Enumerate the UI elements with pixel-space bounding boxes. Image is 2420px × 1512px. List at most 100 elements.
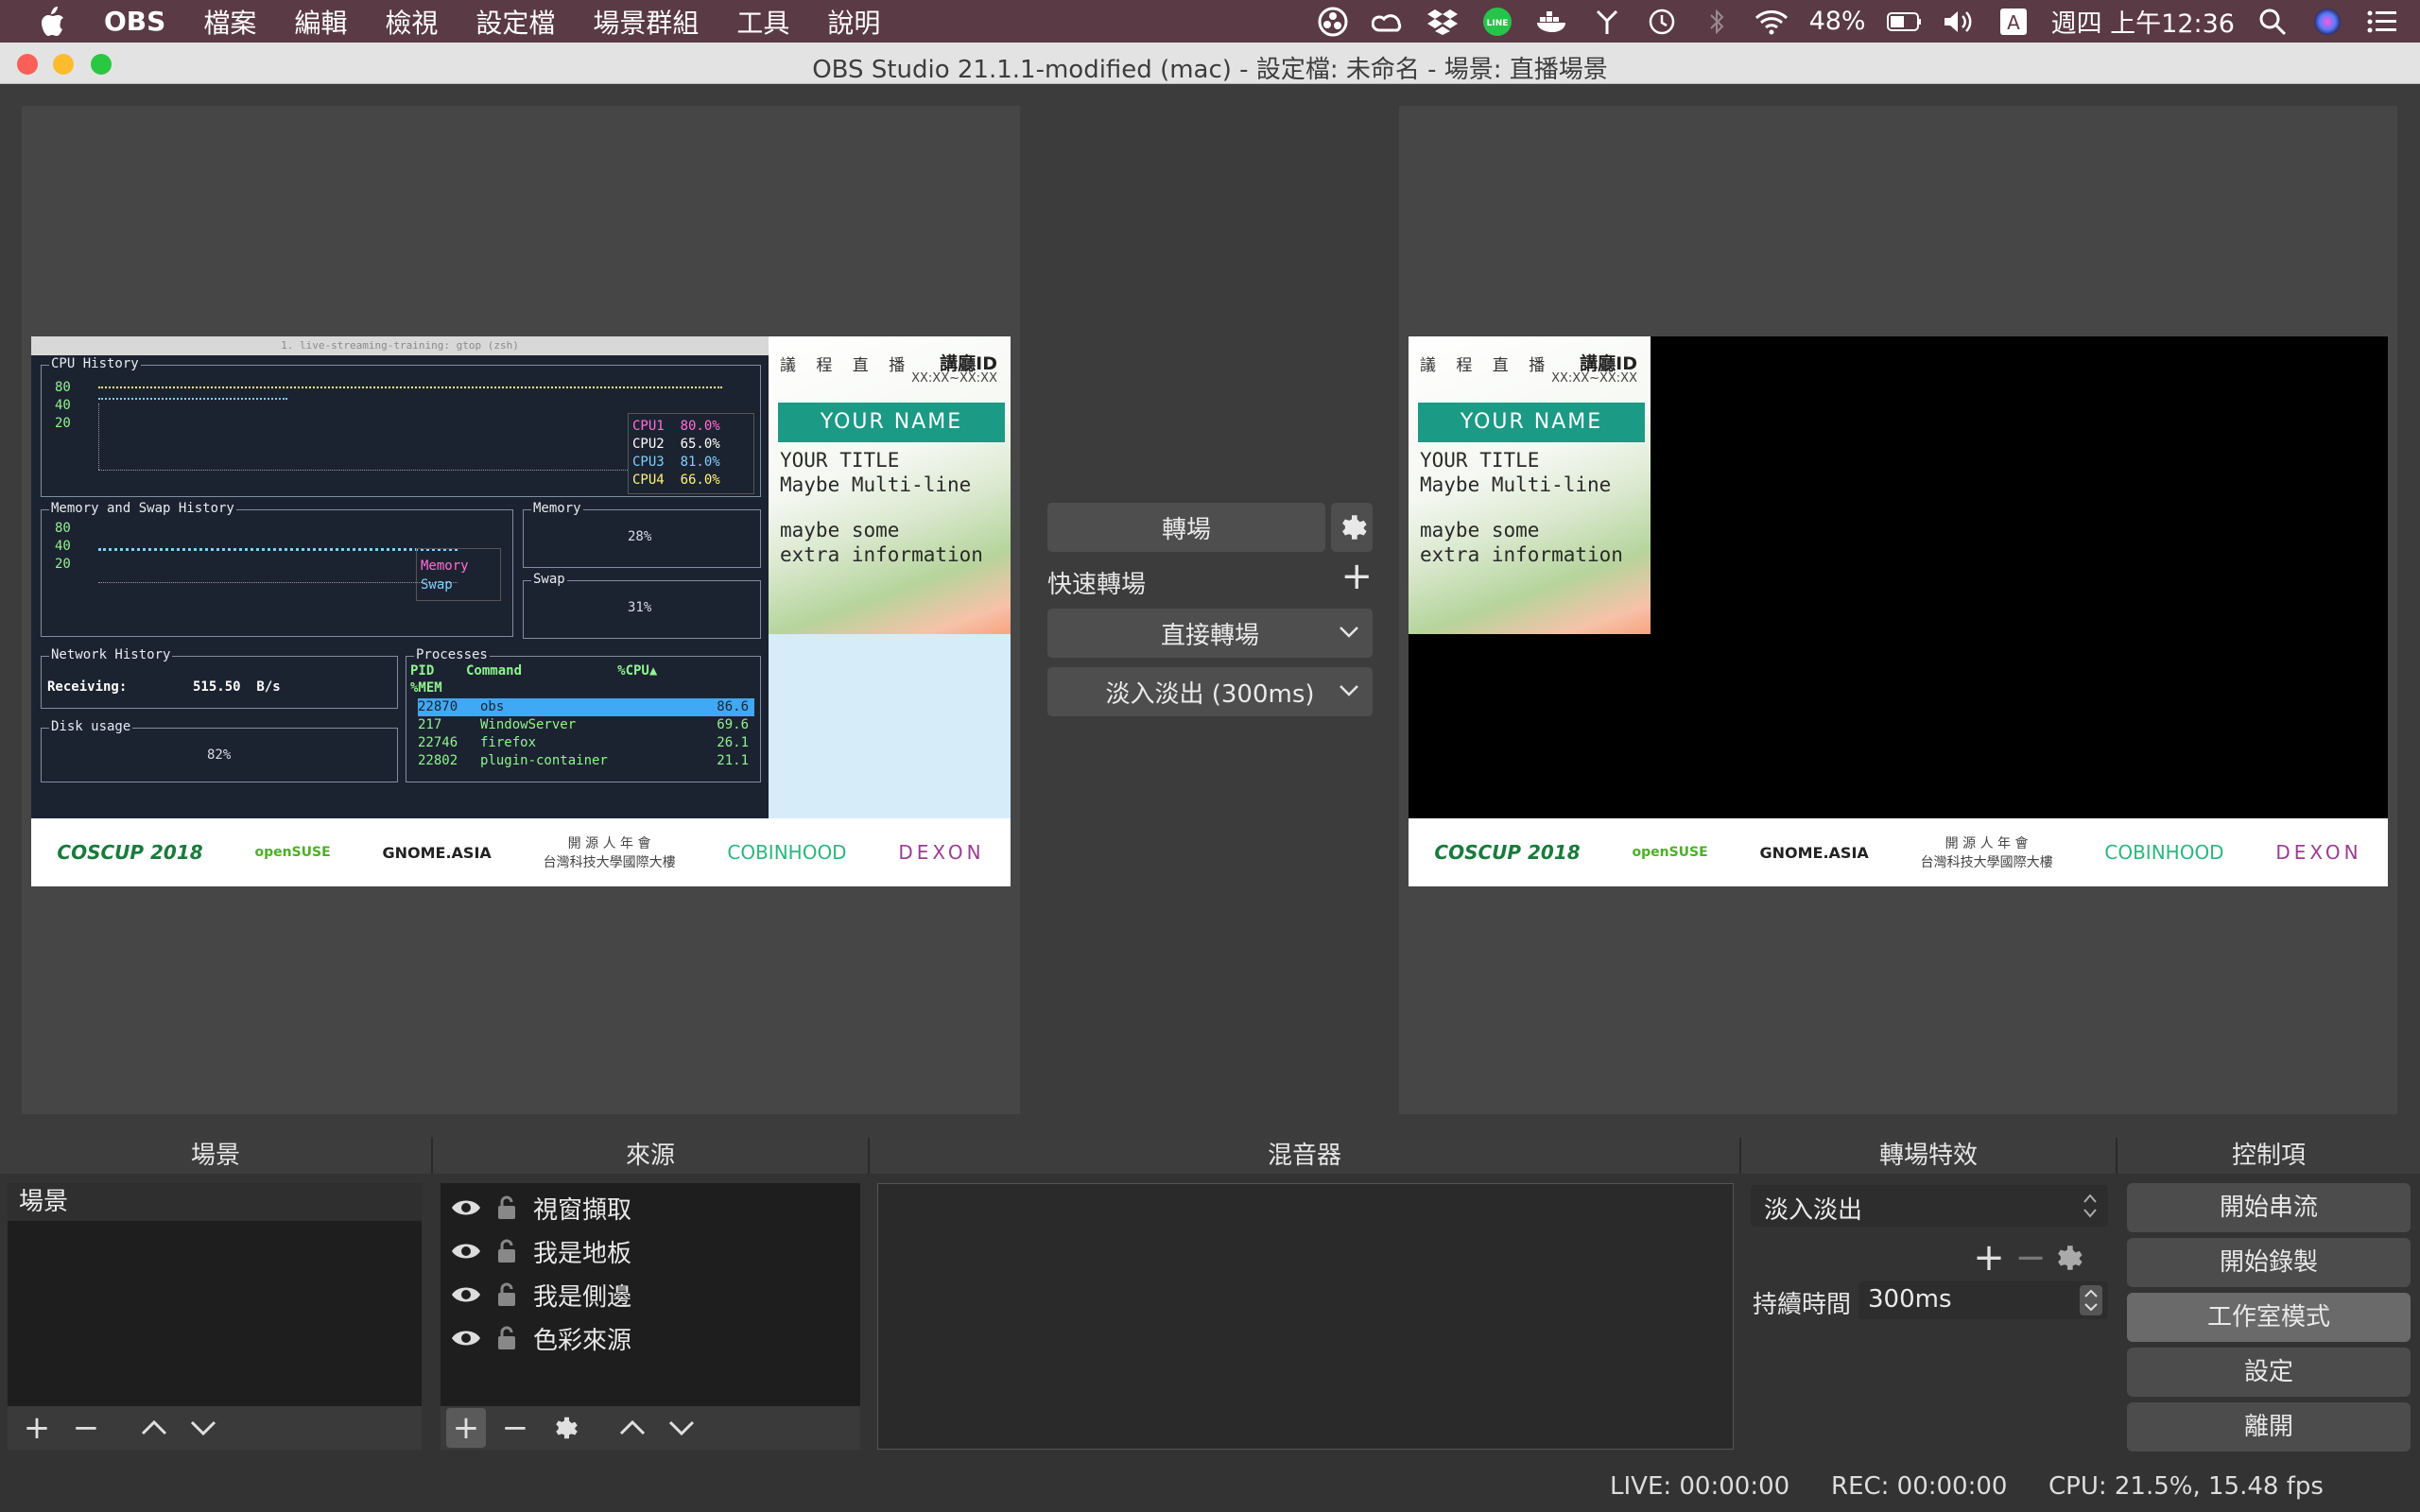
process-row[interactable]: 22802 plugin-container 21.1 <box>418 752 754 770</box>
quick-transition-cut[interactable]: 直接轉場 <box>1047 609 1373 658</box>
process-cpu: 21.1 <box>717 753 749 768</box>
program-panel[interactable]: 議 程 直 播 講廳ID XX:XX~XX:XX YOUR NAME YOUR … <box>1399 106 2397 1114</box>
process-row[interactable]: 22746 firefox 26.1 <box>418 734 754 752</box>
process-row[interactable]: 22870 obs 86.6 <box>418 698 754 716</box>
move-scene-down-chevron-icon[interactable] <box>183 1408 223 1448</box>
add-source-plus-icon[interactable]: + <box>446 1408 486 1448</box>
transition-settings-gear-icon[interactable] <box>1331 503 1373 552</box>
status-bar: LIVE: 00:00:00 REC: 00:00:00 CPU: 21.5%,… <box>0 1463 2420 1512</box>
rec-timer: REC: 00:00:00 <box>1831 1472 2008 1501</box>
process-row[interactable]: 217 WindowServer 69.6 <box>418 716 754 734</box>
visibility-eye-icon[interactable] <box>450 1328 482 1349</box>
processes-header-mem: %MEM <box>410 680 442 696</box>
sources-list[interactable]: 視窗擷取 我是地板 我是側邊 色彩來源 <box>441 1183 860 1406</box>
lock-icon[interactable] <box>495 1195 518 1220</box>
creative-cloud-icon[interactable] <box>1371 5 1405 39</box>
svg-text:A: A <box>2007 11 2020 34</box>
menu-help[interactable]: 說明 <box>827 3 880 41</box>
wifi-icon[interactable] <box>1754 5 1789 39</box>
cpu-fps: CPU: 21.5%, 15.48 fps <box>2048 1472 2324 1501</box>
app-menu[interactable]: OBS <box>104 6 165 37</box>
battery-icon[interactable] <box>1886 5 1921 39</box>
scene-item[interactable]: 場景 <box>8 1183 422 1221</box>
input-source-icon[interactable]: A <box>1996 5 2031 39</box>
processes-title: Processes <box>414 647 490 662</box>
add-quick-transition-plus-icon[interactable]: + <box>1340 558 1373 595</box>
menu-edit[interactable]: 編輯 <box>294 3 347 41</box>
program-card-session-time: XX:XX~XX:XX <box>1551 371 1637 386</box>
scenes-dock: 場景 場景 + − <box>0 1138 433 1467</box>
lock-icon[interactable] <box>495 1326 518 1350</box>
visibility-eye-icon[interactable] <box>450 1284 482 1305</box>
volume-icon[interactable] <box>1942 5 1976 39</box>
remove-transition-minus-icon[interactable]: − <box>2010 1236 2051 1280</box>
menu-tools[interactable]: 工具 <box>736 3 789 41</box>
memory-graph-line <box>98 548 458 551</box>
program-logo-dexon: DEXON <box>2275 841 2362 864</box>
program-logo-venue-sub: 台灣科技大學國際大樓 <box>1920 855 2053 870</box>
transition-panel: 轉場 快速轉場 + 直接轉場 淡入淡出 (300ms) <box>1047 503 1373 716</box>
siri-icon[interactable] <box>2310 5 2344 39</box>
logo-venue: 開 源 人 年 會 台灣科技大學國際大樓 <box>544 833 676 871</box>
duration-spinbox[interactable]: 300ms <box>1858 1281 2108 1319</box>
logo-gnome-asia: GNOME.ASIA <box>382 843 492 862</box>
transition-button[interactable]: 轉場 <box>1047 503 1325 552</box>
move-source-down-chevron-icon[interactable] <box>662 1408 701 1448</box>
add-scene-plus-icon[interactable]: + <box>17 1408 57 1448</box>
window-title: OBS Studio 21.1.1-modified (mac) - 設定檔: … <box>812 56 1608 84</box>
spotlight-search-icon[interactable] <box>2256 5 2290 39</box>
network-fork-icon[interactable] <box>1590 5 1624 39</box>
visibility-eye-icon[interactable] <box>450 1197 482 1218</box>
program-canvas[interactable]: 議 程 直 播 講廳ID XX:XX~XX:XX YOUR NAME YOUR … <box>1409 336 2388 886</box>
source-item-floor[interactable]: 我是地板 <box>450 1230 631 1272</box>
menu-profile[interactable]: 設定檔 <box>475 3 555 41</box>
cpu-legend: CPU1 80.0% CPU2 65.0% CPU3 81.0% CPU4 66.0% <box>628 413 754 494</box>
transition-select[interactable]: 淡入淡出 <box>1751 1185 2108 1227</box>
start-recording-button[interactable]: 開始錄製 <box>2127 1238 2411 1287</box>
memory-swap-history-box: Memory and Swap History 80 40 20 Memory … <box>41 501 513 637</box>
source-item-side[interactable]: 我是側邊 <box>450 1274 631 1315</box>
menu-clock[interactable]: 週四 上午12:36 <box>2051 3 2235 40</box>
program-card-label: 議 程 直 播 <box>1420 356 1553 375</box>
remove-scene-minus-icon[interactable]: − <box>66 1408 106 1448</box>
notification-center-icon[interactable] <box>2365 5 2399 39</box>
move-source-up-chevron-icon[interactable] <box>613 1408 652 1448</box>
process-cpu: 26.1 <box>717 735 749 750</box>
lock-icon[interactable] <box>495 1282 518 1307</box>
line-icon[interactable]: LINE <box>1480 5 1514 39</box>
exit-button[interactable]: 離開 <box>2127 1402 2411 1452</box>
scenes-list[interactable]: 場景 <box>8 1183 422 1406</box>
source-properties-gear-icon[interactable] <box>544 1408 584 1448</box>
preview-panel[interactable]: 1. live-streaming-training: gtop (zsh) C… <box>22 106 1020 1114</box>
start-streaming-button[interactable]: 開始串流 <box>2127 1183 2411 1232</box>
menu-scene-collection[interactable]: 場景群組 <box>593 3 699 41</box>
card-session-time: XX:XX~XX:XX <box>911 371 997 386</box>
bluetooth-icon[interactable] <box>1700 5 1734 39</box>
add-transition-plus-icon[interactable]: + <box>1968 1236 2010 1280</box>
dropbox-icon[interactable] <box>1426 5 1460 39</box>
scenes-toolbar: + − <box>8 1406 422 1450</box>
source-item-window-capture[interactable]: 視窗擷取 <box>450 1187 631 1228</box>
transition-properties-gear-icon[interactable] <box>2051 1242 2083 1274</box>
source-item-color[interactable]: 色彩來源 <box>450 1317 631 1359</box>
cpu-legend-item: CPU2 65.0% <box>632 437 720 452</box>
time-machine-icon[interactable] <box>1645 5 1679 39</box>
source-label: 視窗擷取 <box>533 1195 632 1225</box>
mixer-area[interactable] <box>877 1183 1734 1450</box>
quick-transition-fade[interactable]: 淡入淡出 (300ms) <box>1047 667 1373 716</box>
move-scene-up-chevron-icon[interactable] <box>134 1408 174 1448</box>
spin-stepper-icon[interactable] <box>2080 1285 2102 1315</box>
remove-source-minus-icon[interactable]: − <box>495 1408 535 1448</box>
lock-icon[interactable] <box>495 1239 518 1263</box>
studio-mode-button[interactable]: 工作室模式 <box>2127 1293 2411 1342</box>
menu-file[interactable]: 檔案 <box>203 3 256 41</box>
menu-view[interactable]: 檢視 <box>385 3 438 41</box>
docker-icon[interactable] <box>1535 5 1569 39</box>
preview-canvas[interactable]: 1. live-streaming-training: gtop (zsh) C… <box>31 336 1011 886</box>
select-stepper-icon <box>2083 1194 2097 1218</box>
obs-icon[interactable] <box>1316 5 1350 39</box>
apple-menu-icon[interactable] <box>38 6 70 38</box>
settings-button[interactable]: 設定 <box>2127 1348 2411 1397</box>
visibility-eye-icon[interactable] <box>450 1241 482 1262</box>
cpu-legend-item: CPU4 66.0% <box>632 472 720 488</box>
